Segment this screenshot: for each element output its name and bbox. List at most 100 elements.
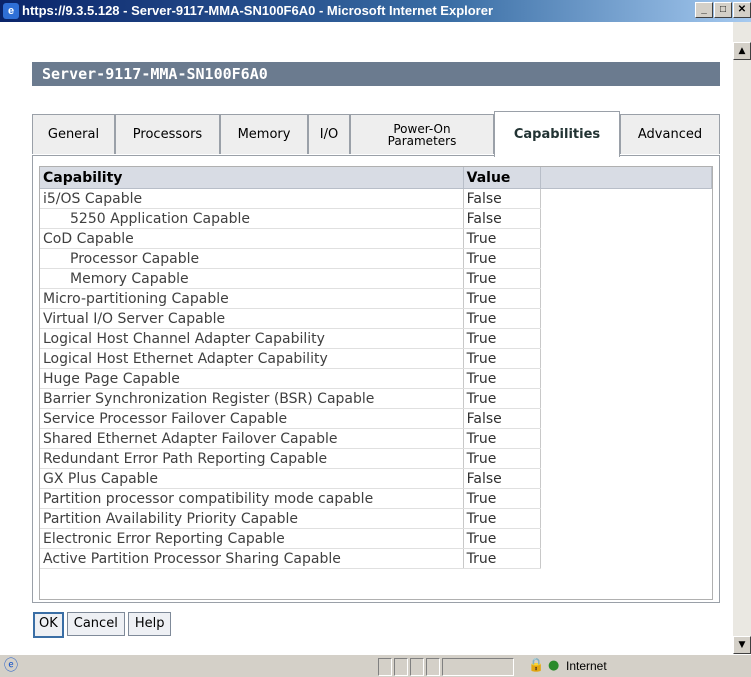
table-row[interactable]: 5250 Application Capable False xyxy=(40,208,712,229)
capability-name-cell: Logical Host Ethernet Adapter Capability xyxy=(40,348,464,369)
page-title: Server-9117-MMA-SN100F6A0 xyxy=(32,62,720,86)
tab-bar: General Processors Memory I/O Power-On Pa… xyxy=(32,111,720,157)
window-title: https://9.3.5.128 - Server-9117-MMA-SN10… xyxy=(22,3,494,18)
window-title-bar[interactable]: e https://9.3.5.128 - Server-9117-MMA-SN… xyxy=(0,0,751,22)
table-row[interactable]: Shared Ethernet Adapter Failover Capable… xyxy=(40,428,712,449)
table-filler-cell xyxy=(540,349,711,369)
capability-value-cell: True xyxy=(463,448,541,469)
capabilities-table-body: i5/OS Capable False 5250 Application Capab… xyxy=(40,188,712,569)
column-header-filler xyxy=(540,167,713,189)
tab-power-on-parameters[interactable]: Power-On Parameters xyxy=(350,114,494,154)
table-filler-cell xyxy=(540,249,711,269)
capability-name-cell: Service Processor Failover Capable xyxy=(40,408,464,429)
table-row[interactable]: GX Plus Capable False xyxy=(40,468,712,489)
status-segment xyxy=(426,658,440,676)
table-filler-cell xyxy=(540,189,711,209)
column-header-value[interactable]: Value xyxy=(463,167,541,189)
table-row[interactable]: Electronic Error Reporting Capable True xyxy=(40,528,712,549)
status-segment xyxy=(410,658,424,676)
capability-value-cell: True xyxy=(463,488,541,509)
table-row[interactable]: Huge Page Capable True xyxy=(40,368,712,389)
ie-page-icon: ⓔ xyxy=(4,658,18,674)
capability-name-cell: Partition Availability Priority Capable xyxy=(40,508,464,529)
capability-name-cell: Virtual I/O Server Capable xyxy=(40,308,464,329)
tab-memory[interactable]: Memory xyxy=(220,114,308,154)
capability-name-cell: Logical Host Channel Adapter Capability xyxy=(40,328,464,349)
table-row[interactable]: Partition Availability Priority Capable T… xyxy=(40,508,712,529)
capability-value-cell: False xyxy=(463,188,541,209)
table-row[interactable]: Memory Capable True xyxy=(40,268,712,289)
capabilities-table: Capability Value i5/OS Capable False 5250 … xyxy=(40,167,713,569)
capability-value-cell: True xyxy=(463,548,541,569)
ie-app-icon: e xyxy=(3,3,19,19)
scroll-up-icon[interactable]: ▲ xyxy=(733,42,751,60)
maximize-icon[interactable]: □ xyxy=(714,2,732,18)
capability-value-cell: True xyxy=(463,348,541,369)
table-row[interactable]: Micro-partitioning Capable True xyxy=(40,288,712,309)
capability-value-cell: True xyxy=(463,308,541,329)
table-row[interactable]: CoD Capable True xyxy=(40,228,712,249)
tab-processors[interactable]: Processors xyxy=(115,114,220,154)
capability-name-cell: Redundant Error Path Reporting Capable xyxy=(40,448,464,469)
table-filler-cell xyxy=(540,429,711,449)
capability-value-cell: True xyxy=(463,288,541,309)
help-button[interactable]: Help xyxy=(127,612,172,636)
table-filler-cell xyxy=(540,509,711,529)
capability-name-cell: Processor Capable xyxy=(40,248,464,269)
capability-name-cell: Micro-partitioning Capable xyxy=(40,288,464,309)
table-filler-cell xyxy=(540,269,711,289)
scroll-down-icon[interactable]: ▼ xyxy=(733,636,751,654)
capability-name-cell: Partition processor compatibility mode c… xyxy=(40,488,464,509)
capability-value-cell: False xyxy=(463,208,541,229)
vertical-scrollbar[interactable]: ▲ ▼ xyxy=(733,22,751,654)
tab-general[interactable]: General xyxy=(32,114,115,154)
capability-name-cell: i5/OS Capable xyxy=(40,188,464,209)
table-row[interactable]: Logical Host Channel Adapter Capability T… xyxy=(40,328,712,349)
table-filler-cell xyxy=(540,489,711,509)
table-row[interactable]: Virtual I/O Server Capable True xyxy=(40,308,712,329)
capability-name-cell: Memory Capable xyxy=(40,268,464,289)
capability-name-cell: Huge Page Capable xyxy=(40,368,464,389)
tab-advanced[interactable]: Advanced xyxy=(620,114,720,154)
table-filler-cell xyxy=(540,369,711,389)
capability-name-cell: Electronic Error Reporting Capable xyxy=(40,528,464,549)
minimize-icon[interactable]: _ xyxy=(695,2,713,18)
table-filler-cell xyxy=(540,469,711,489)
table-row[interactable]: Partition processor compatibility mode c… xyxy=(40,488,712,509)
capability-value-cell: True xyxy=(463,248,541,269)
status-segment xyxy=(394,658,408,676)
column-header-capability[interactable]: Capability xyxy=(40,167,464,189)
cancel-button[interactable]: Cancel xyxy=(66,612,125,636)
table-filler-cell xyxy=(540,209,711,229)
table-row[interactable]: Service Processor Failover Capable False xyxy=(40,408,712,429)
table-row[interactable]: Logical Host Ethernet Adapter Capability… xyxy=(40,348,712,369)
close-icon[interactable]: ✕ xyxy=(733,2,751,18)
table-row[interactable]: Processor Capable True xyxy=(40,248,712,269)
capability-name-cell: 5250 Application Capable xyxy=(40,208,464,229)
capability-value-cell: True xyxy=(463,268,541,289)
capability-name-cell: CoD Capable xyxy=(40,228,464,249)
ok-button[interactable]: OK xyxy=(33,612,64,638)
tab-capabilities[interactable]: Capabilities xyxy=(494,111,620,157)
table-header-row: Capability Value xyxy=(40,167,713,189)
table-filler-cell xyxy=(540,549,711,569)
capability-name-cell: Active Partition Processor Sharing Capab… xyxy=(40,548,464,569)
status-segment xyxy=(442,658,514,676)
table-row[interactable]: Barrier Synchronization Register (BSR) C… xyxy=(40,388,712,409)
capability-value-cell: True xyxy=(463,508,541,529)
table-filler-cell xyxy=(540,229,711,249)
table-row[interactable]: i5/OS Capable False xyxy=(40,188,712,209)
tab-io[interactable]: I/O xyxy=(308,114,350,154)
capability-name-cell: Barrier Synchronization Register (BSR) C… xyxy=(40,388,464,409)
capability-value-cell: True xyxy=(463,528,541,549)
table-row[interactable]: Active Partition Processor Sharing Capab… xyxy=(40,548,712,569)
security-zone-label: Internet xyxy=(566,659,607,673)
dialog-buttons: OK Cancel Help xyxy=(33,612,174,638)
capabilities-table-container[interactable]: Capability Value i5/OS Capable False 5250 … xyxy=(39,166,713,600)
table-filler-cell xyxy=(540,389,711,409)
status-bar: ⓔ 🔒 ● Internet xyxy=(0,654,751,677)
table-filler-cell xyxy=(540,409,711,429)
capability-name-cell: Shared Ethernet Adapter Failover Capable xyxy=(40,428,464,449)
table-row[interactable]: Redundant Error Path Reporting Capable Tr… xyxy=(40,448,712,469)
window-controls: _ □ ✕ xyxy=(694,2,751,18)
